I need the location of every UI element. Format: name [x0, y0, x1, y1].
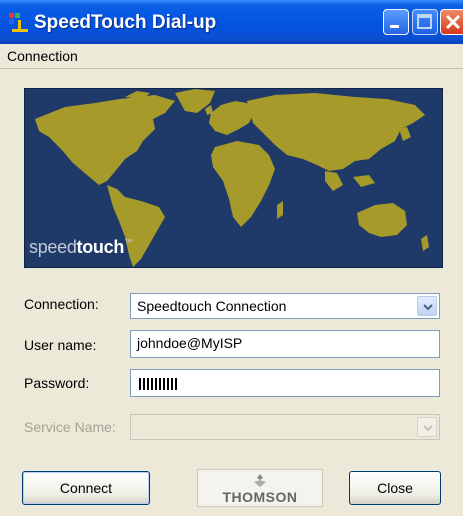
minimize-button[interactable]: [383, 9, 409, 35]
logo-text-bold: touch: [76, 237, 125, 257]
logo-text-light: speed: [29, 237, 77, 257]
menu-connection[interactable]: Connection: [7, 48, 78, 64]
service-name-select: [130, 414, 440, 440]
password-label: Password:: [24, 375, 90, 391]
speedtouch-dialup-window: SpeedTouch Dial-up Connection speedtouch…: [0, 0, 463, 516]
menu-bar: Connection: [0, 44, 463, 69]
thomson-logo-icon: [254, 474, 266, 487]
password-masked-value: [139, 378, 179, 390]
close-button[interactable]: Close: [349, 471, 441, 505]
username-label: User name:: [24, 337, 97, 353]
window-title: SpeedTouch Dial-up: [34, 12, 217, 33]
chevron-down-icon: [423, 304, 433, 311]
logo-trademark: ™: [124, 237, 133, 247]
thomson-brand-text: THOMSON: [222, 489, 298, 505]
connection-select-value: Speedtouch Connection: [137, 298, 287, 314]
maximize-icon: [417, 14, 432, 29]
close-window-button[interactable]: [440, 9, 463, 35]
close-icon: [445, 14, 461, 30]
connection-label: Connection:: [24, 296, 99, 312]
service-name-dropdown-button: [417, 417, 437, 437]
app-icon: [9, 13, 28, 32]
speedtouch-logo: speedtouch™: [29, 237, 133, 258]
world-map-banner: speedtouch™: [24, 88, 443, 268]
connect-button[interactable]: Connect: [22, 471, 150, 505]
password-input[interactable]: [130, 369, 440, 397]
minimize-icon: [390, 25, 399, 28]
service-name-label: Service Name:: [24, 419, 116, 435]
chevron-down-icon: [423, 425, 433, 432]
title-bar[interactable]: SpeedTouch Dial-up: [0, 0, 463, 44]
connection-select[interactable]: Speedtouch Connection: [130, 293, 440, 319]
maximize-button[interactable]: [412, 9, 438, 35]
connection-dropdown-button[interactable]: [417, 296, 437, 316]
thomson-logo: THOMSON: [197, 469, 323, 507]
username-input[interactable]: johndoe@MyISP: [130, 330, 440, 358]
